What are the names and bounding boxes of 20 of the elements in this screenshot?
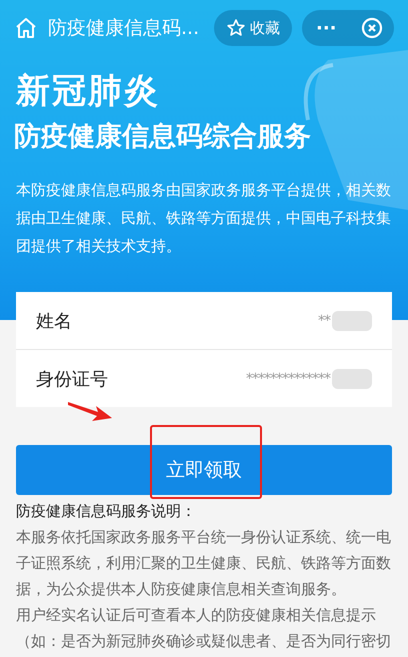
- description-paragraph: 本服务依托国家政务服务平台统一身份认证系统、统一电子证照系统，利用汇聚的卫生健康、民航、铁路等方面数据，为公众提供本人防疫健康信息相关查询服务。: [16, 527, 392, 600]
- claim-button[interactable]: 立即领取: [16, 445, 392, 495]
- pointer-arrow: [68, 400, 112, 422]
- description-title: 防疫健康信息码服务说明：: [16, 501, 197, 522]
- description-paragraph: 用户经实名认证后可查看本人的防疫健康相关信息提示（如：是否为新冠肺炎确诊或疑似患者、是否为同行密切: [16, 605, 392, 652]
- intro-text: 本防疫健康信息码服务由国家政务服务平台提供，相关数据由卫生健康、民航、铁路等方面提供，中国电子科技集团提供了相关技术支持。: [16, 180, 392, 257]
- page-title: 防疫健康信息码...: [48, 16, 200, 41]
- home-icon[interactable]: [14, 16, 38, 40]
- field-label: 姓名: [36, 310, 72, 332]
- close-icon[interactable]: [360, 16, 384, 40]
- star-icon: [226, 18, 246, 38]
- subheadline: 防疫健康信息码综合服务: [14, 120, 312, 154]
- more-button[interactable]: ···: [316, 18, 337, 38]
- field-label: 身份证号: [36, 368, 108, 390]
- favorite-button[interactable]: 收藏: [214, 10, 292, 46]
- headline: 新冠肺炎: [16, 70, 161, 113]
- masked-value: **************: [246, 370, 330, 386]
- redaction-blur: [332, 368, 372, 388]
- redaction-blur: [332, 310, 372, 330]
- masked-value: **: [318, 312, 330, 328]
